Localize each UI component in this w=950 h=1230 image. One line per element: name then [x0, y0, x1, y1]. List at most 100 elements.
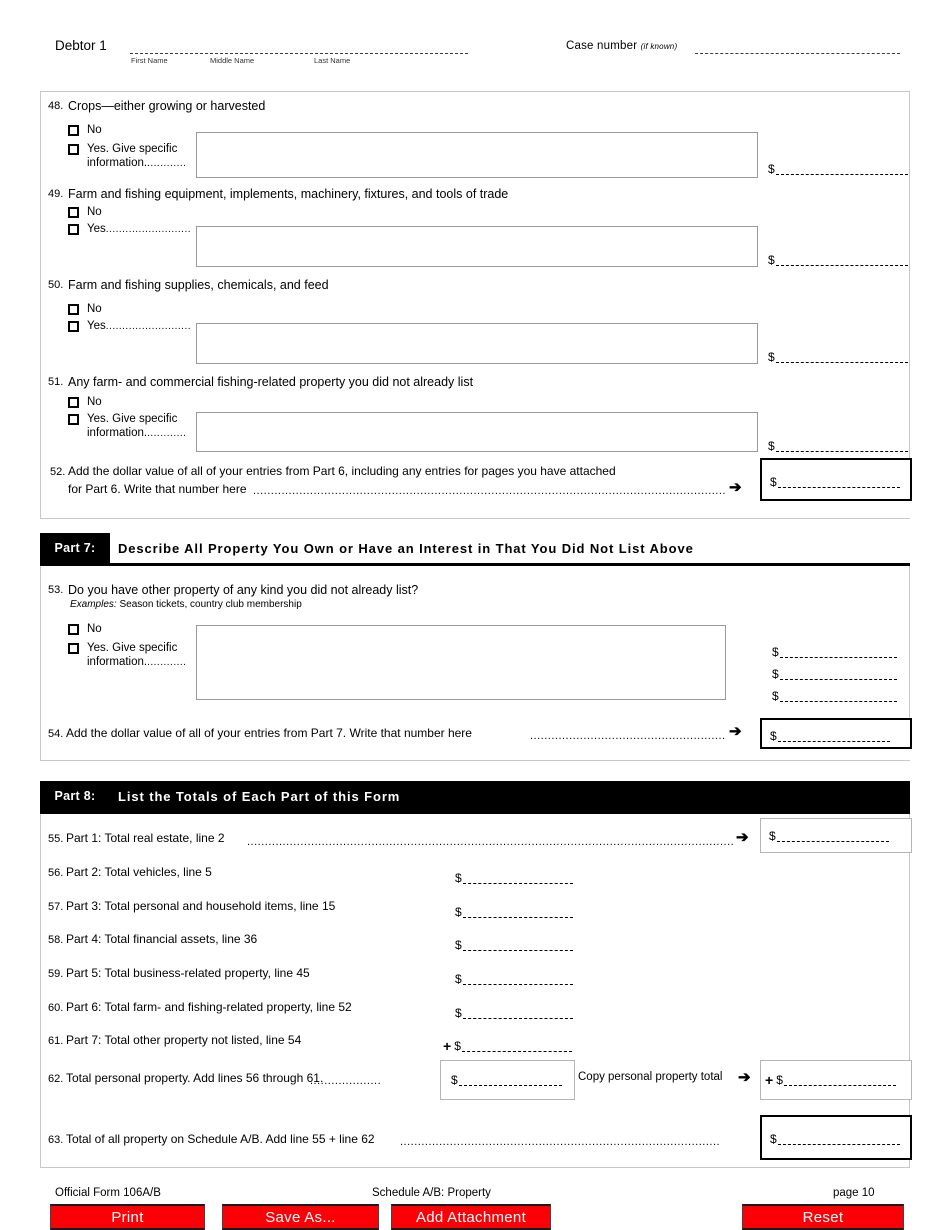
dollar-sign: $ — [455, 905, 462, 919]
amount-line[interactable] — [775, 442, 908, 452]
question-50-yes-row[interactable]: Yes.......................... — [68, 319, 191, 334]
question-51-yes-row[interactable]: Yes. Give specific information..........… — [68, 412, 186, 441]
amount-line[interactable] — [775, 256, 908, 266]
question-48-info-box[interactable] — [196, 132, 758, 178]
part-8-header: Part 8: List the Totals of Each Part of … — [40, 781, 910, 811]
question-53-amount-1[interactable]: $ — [772, 646, 897, 658]
line-62-amount[interactable]: $ — [451, 1074, 562, 1086]
checkbox-icon[interactable] — [68, 224, 79, 235]
line-62-total-box[interactable]: + $ — [760, 1060, 912, 1100]
question-50-yes-text: Yes — [87, 320, 106, 332]
question-53-amount-2[interactable]: $ — [772, 668, 897, 680]
checkbox-icon[interactable] — [68, 643, 79, 654]
section-frame-right-a — [909, 91, 910, 461]
line-56-amount[interactable]: $ — [455, 872, 573, 884]
print-button[interactable]: Print — [50, 1204, 205, 1230]
reset-button[interactable]: Reset — [742, 1204, 904, 1230]
question-50-yes-label: Yes.......................... — [87, 319, 191, 334]
question-49-info-box[interactable] — [196, 226, 758, 267]
line-62-amount-copy[interactable]: + $ — [765, 1072, 896, 1088]
question-48-no-row[interactable]: No — [68, 123, 102, 137]
amount-line[interactable] — [777, 1135, 900, 1145]
part-7-tag: Part 7: — [40, 533, 110, 563]
checkbox-icon[interactable] — [68, 207, 79, 218]
amount-line[interactable] — [776, 832, 889, 842]
line-60-amount[interactable]: $ — [455, 1007, 573, 1019]
dollar-sign: $ — [768, 439, 775, 453]
amount-line[interactable] — [462, 975, 573, 985]
checkbox-icon[interactable] — [68, 414, 79, 425]
question-51-yes-text: Yes. Give specific — [87, 413, 178, 425]
line-54-amount[interactable]: $ — [770, 730, 890, 742]
question-53-amount-3[interactable]: $ — [772, 690, 897, 702]
line-57-text: Part 3: Total personal and household ite… — [66, 899, 336, 913]
checkbox-icon[interactable] — [68, 321, 79, 332]
checkbox-icon[interactable] — [68, 144, 79, 155]
part-8-title: List the Totals of Each Part of this For… — [118, 788, 401, 804]
amount-line[interactable] — [458, 1076, 562, 1086]
amount-line[interactable] — [462, 874, 573, 884]
amount-line[interactable] — [775, 165, 908, 175]
question-51-no-row[interactable]: No — [68, 395, 102, 409]
line-54-total-box[interactable]: $ — [760, 718, 912, 749]
line-59-amount[interactable]: $ — [455, 973, 573, 985]
leader-dots: .......................... — [105, 321, 192, 332]
line-63-total-box[interactable]: $ — [760, 1115, 912, 1160]
question-53-yes-row[interactable]: Yes. Give specific information..........… — [68, 641, 186, 670]
question-51-yes-text2: information............. — [87, 426, 186, 441]
plus-sign: + — [765, 1072, 774, 1088]
question-53-no-row[interactable]: No — [68, 622, 102, 636]
line-63-amount[interactable]: $ — [770, 1133, 900, 1145]
amount-line[interactable] — [462, 908, 573, 918]
line-62-subtotal-box[interactable]: $ — [440, 1060, 575, 1100]
line-52-amount[interactable]: $ — [770, 476, 900, 488]
checkbox-icon[interactable] — [68, 125, 79, 136]
leader-dots: ............ — [147, 657, 187, 668]
amount-line[interactable] — [779, 670, 897, 680]
amount-line[interactable] — [775, 353, 908, 363]
line-63-leader: ........................................… — [400, 1136, 720, 1148]
amount-line[interactable] — [779, 692, 897, 702]
checkbox-icon[interactable] — [68, 304, 79, 315]
question-50-no-row[interactable]: No — [68, 302, 102, 316]
question-49-no-row[interactable]: No — [68, 205, 102, 219]
section-frame-left-a — [40, 91, 41, 519]
question-49-yes-row[interactable]: Yes.......................... — [68, 222, 191, 237]
question-48-yes-row[interactable]: Yes. Give specific information..........… — [68, 142, 186, 171]
line-58-amount[interactable]: $ — [455, 939, 573, 951]
line-61-amount[interactable]: + $ — [443, 1039, 572, 1053]
amount-line[interactable] — [461, 1042, 572, 1052]
line-52-total-box[interactable]: $ — [760, 458, 912, 501]
line-55-total-box[interactable]: $ — [760, 818, 912, 853]
question-51-amount[interactable]: $ — [768, 440, 908, 452]
amount-line[interactable] — [779, 648, 897, 658]
question-50-text: Farm and fishing supplies, chemicals, an… — [68, 278, 329, 292]
question-51-text: Any farm- and commercial fishing-related… — [68, 375, 474, 389]
question-51-info-box[interactable] — [196, 412, 758, 452]
question-53-info-box[interactable] — [196, 625, 726, 700]
line-55-amount[interactable]: $ — [769, 830, 889, 842]
footer-schedule-label: Schedule A/B: Property — [372, 1187, 491, 1199]
dollar-sign: $ — [776, 1073, 783, 1087]
case-number-line[interactable] — [695, 53, 900, 54]
page-header: Debtor 1 First Name Middle Name Last Nam… — [0, 36, 950, 76]
question-48-amount[interactable]: $ — [768, 163, 908, 175]
question-50-info-box[interactable] — [196, 323, 758, 364]
amount-line[interactable] — [462, 1009, 573, 1019]
question-49-amount[interactable]: $ — [768, 254, 908, 266]
checkbox-icon[interactable] — [68, 397, 79, 408]
question-50-amount[interactable]: $ — [768, 351, 908, 363]
save-as-button[interactable]: Save As... — [222, 1204, 379, 1230]
question-48-number: 48. — [48, 100, 64, 112]
line-57-amount[interactable]: $ — [455, 906, 573, 918]
line-55-text: Part 1: Total real estate, line 2 — [66, 831, 225, 845]
last-name-label: Last Name — [314, 56, 351, 65]
add-attachment-button[interactable]: Add Attachment — [391, 1204, 551, 1230]
amount-line[interactable] — [462, 941, 573, 951]
line-54-number: 54. — [48, 728, 64, 740]
debtor-name-line[interactable] — [130, 53, 468, 54]
amount-line[interactable] — [777, 478, 900, 488]
amount-line[interactable] — [783, 1076, 896, 1086]
checkbox-icon[interactable] — [68, 624, 79, 635]
amount-line[interactable] — [777, 732, 890, 742]
